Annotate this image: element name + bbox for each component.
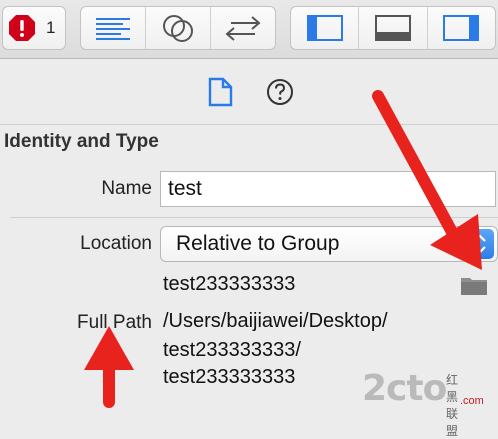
left-panel-icon <box>306 15 343 41</box>
assistant-editor-button[interactable] <box>146 7 211 49</box>
divider <box>10 217 498 218</box>
error-icon <box>9 15 35 41</box>
location-path-value: test233333333 <box>163 273 296 295</box>
file-icon <box>208 77 233 107</box>
bottom-panel-icon <box>374 15 411 41</box>
watermark-side: 红黑联盟 <box>446 373 459 438</box>
location-label: Location <box>80 233 152 254</box>
navigator-toggle-button[interactable] <box>291 7 360 49</box>
location-popup-value: Relative to Group <box>176 232 340 255</box>
version-editor-button[interactable] <box>211 7 275 49</box>
text-lines-icon <box>96 18 130 40</box>
panel-toggle-control <box>290 6 496 50</box>
issue-count: 1 <box>46 18 56 37</box>
name-field[interactable] <box>160 171 496 207</box>
full-path-line-2: test233333333/ <box>163 339 301 361</box>
name-label: Name <box>101 178 152 199</box>
question-icon <box>267 79 293 105</box>
issue-navigator-button[interactable]: 1 <box>2 6 66 50</box>
section-title-identity: Identity and Type <box>4 131 159 152</box>
utilities-toggle-button[interactable] <box>428 7 495 49</box>
quick-help-tab[interactable] <box>266 77 294 112</box>
right-panel-icon <box>443 15 480 41</box>
full-path-line-3: test233333333 <box>163 366 296 388</box>
issue-badge: 1 <box>3 7 55 49</box>
standard-editor-button[interactable] <box>81 7 146 49</box>
toolbar: 1 <box>0 0 498 59</box>
overlapping-circles-icon <box>163 15 193 42</box>
choose-folder-button[interactable] <box>460 274 488 301</box>
full-path-label: Full Path <box>77 312 152 333</box>
debug-area-toggle-button[interactable] <box>359 7 428 49</box>
watermark-suffix: .com <box>460 395 484 407</box>
updown-chevron-icon <box>466 229 494 259</box>
full-path-line-1: /Users/baijiawei/Desktop/ <box>163 310 388 332</box>
swap-arrows-icon <box>225 16 261 41</box>
editor-mode-control <box>80 6 276 50</box>
site-watermark: 2cto 红黑联盟 .com <box>362 368 484 439</box>
inspector-tab-bar <box>0 59 498 125</box>
arrow-to-full-path <box>84 326 134 408</box>
location-popup[interactable]: Relative to Group <box>160 226 498 262</box>
file-inspector-tab[interactable] <box>206 77 234 112</box>
watermark-main: 2cto <box>362 368 447 409</box>
folder-icon <box>461 278 487 295</box>
